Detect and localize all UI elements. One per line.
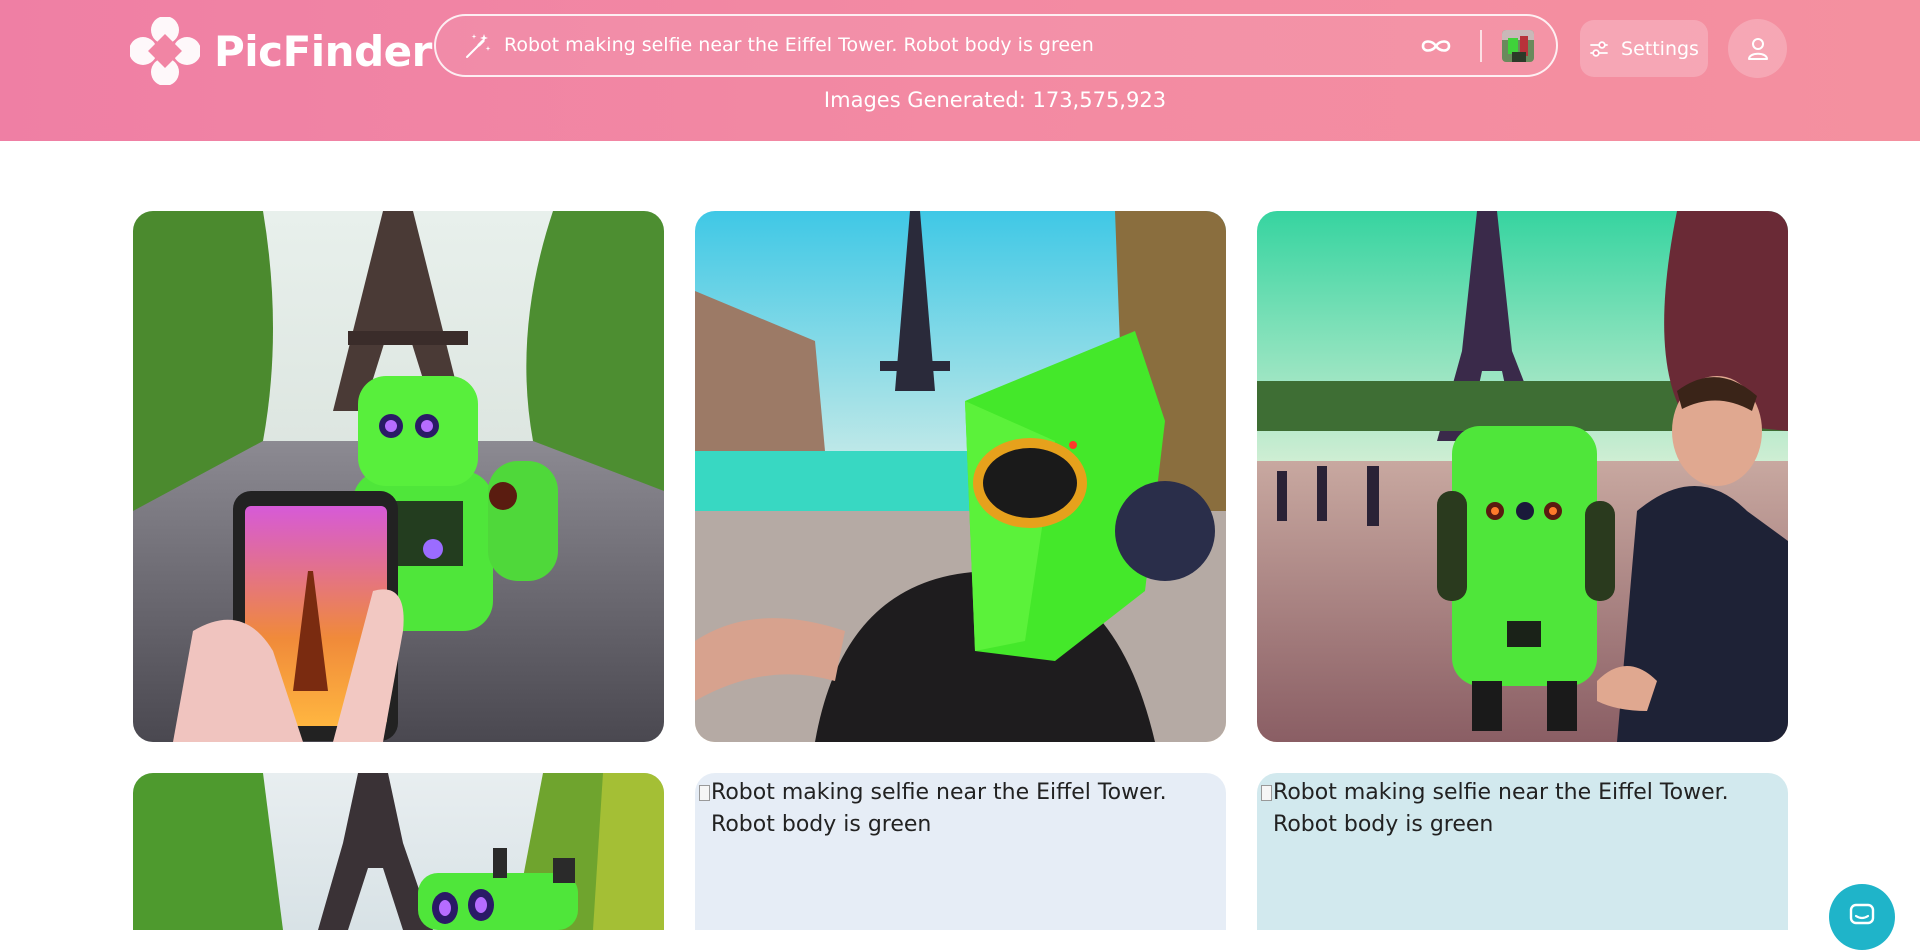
settings-button[interactable]: Settings — [1580, 20, 1708, 77]
brand-logo[interactable]: PicFinder — [130, 17, 432, 85]
chat-icon — [1849, 903, 1875, 925]
image-thumbnail-icon[interactable] — [1502, 30, 1534, 62]
image-alt-text: Robot making selfie near the Eiffel Towe… — [711, 780, 1167, 837]
image-alt-text: Robot making selfie near the Eiffel Towe… — [1273, 780, 1729, 837]
settings-label: Settings — [1621, 37, 1699, 60]
gallery-image-6-broken[interactable]: Robot making selfie near the Eiffel Towe… — [1257, 773, 1788, 930]
magic-wand-icon[interactable] — [462, 31, 492, 61]
sliders-icon — [1590, 40, 1608, 57]
search-input[interactable]: Robot making selfie near the Eiffel Towe… — [504, 16, 1384, 75]
user-account-button[interactable] — [1728, 19, 1787, 78]
gallery-image-1[interactable] — [133, 211, 664, 742]
search-bar[interactable]: Robot making selfie near the Eiffel Towe… — [434, 14, 1558, 77]
gallery-image-5-broken[interactable]: Robot making selfie near the Eiffel Towe… — [695, 773, 1226, 930]
user-icon — [1747, 37, 1768, 60]
header: PicFinder Robot making selfie near the E… — [0, 0, 1920, 141]
brand-name: PicFinder — [214, 26, 432, 76]
images-generated-counter: Images Generated: 173,575,923 — [823, 88, 1167, 112]
infinity-icon[interactable] — [1418, 32, 1454, 60]
picfinder-logo-icon — [130, 17, 200, 85]
broken-image-icon — [699, 785, 711, 801]
gallery-image-4[interactable] — [133, 773, 664, 930]
gallery-image-3[interactable] — [1257, 211, 1788, 742]
broken-image-icon — [1261, 785, 1273, 801]
chat-launcher[interactable] — [1829, 884, 1895, 950]
gallery-image-2[interactable] — [695, 211, 1226, 742]
search-divider — [1480, 30, 1482, 62]
